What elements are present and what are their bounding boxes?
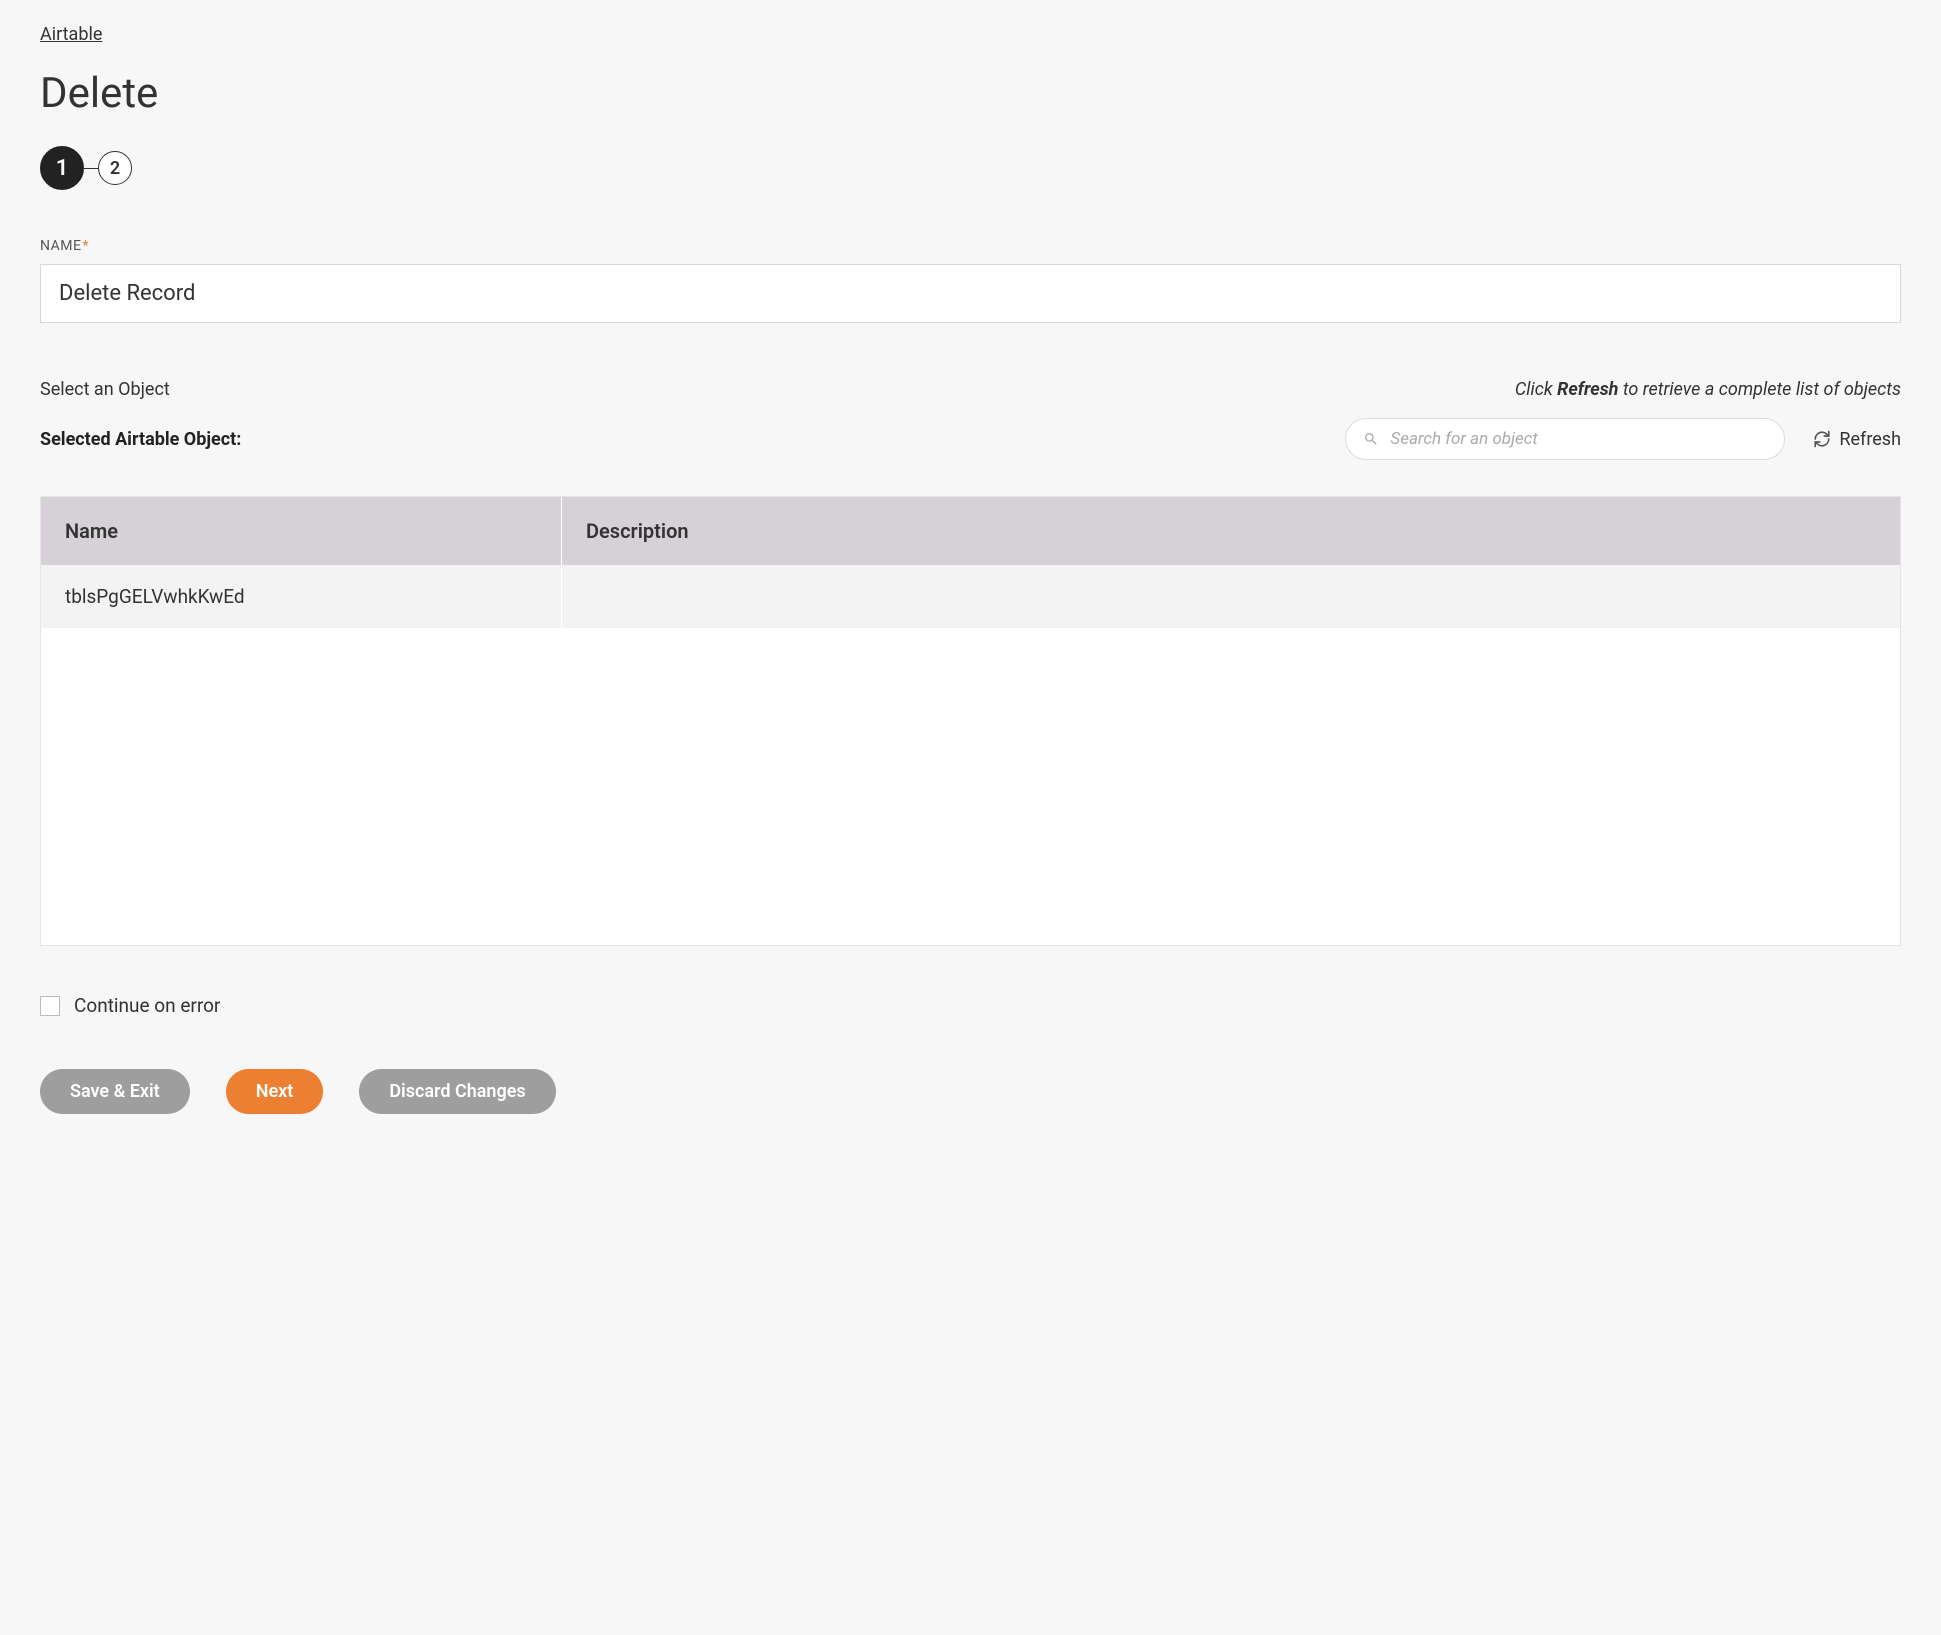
object-table: Name Description tblsPgGELVwhkKwEd: [41, 497, 1900, 629]
stepper: 1 2: [40, 146, 1901, 190]
selected-object-label: Selected Airtable Object:: [40, 429, 241, 450]
breadcrumb-link[interactable]: Airtable: [40, 24, 102, 45]
save-exit-button[interactable]: Save & Exit: [40, 1069, 190, 1114]
object-table-container: Name Description tblsPgGELVwhkKwEd: [40, 496, 1901, 946]
col-header-description[interactable]: Description: [562, 497, 1900, 565]
col-header-name[interactable]: Name: [41, 497, 562, 565]
name-input[interactable]: [40, 264, 1901, 323]
continue-on-error-label: Continue on error: [74, 994, 220, 1017]
cell-description: [562, 565, 1900, 629]
name-field-label: NAME *: [40, 238, 1901, 254]
step-connector: [84, 168, 98, 169]
refresh-hint: Click Refresh to retrieve a complete lis…: [1515, 379, 1901, 400]
required-indicator: *: [82, 238, 89, 254]
select-object-label: Select an Object: [40, 379, 170, 400]
search-input[interactable]: [1345, 418, 1785, 460]
refresh-hint-post: to retrieve a complete list of objects: [1618, 379, 1901, 400]
cell-name: tblsPgGELVwhkKwEd: [41, 565, 562, 629]
table-row[interactable]: tblsPgGELVwhkKwEd: [41, 565, 1900, 629]
refresh-button-label: Refresh: [1839, 429, 1901, 450]
step-1[interactable]: 1: [40, 146, 84, 190]
name-label-text: NAME: [40, 238, 81, 254]
refresh-icon: [1813, 430, 1831, 448]
discard-button[interactable]: Discard Changes: [359, 1069, 555, 1114]
continue-on-error-checkbox[interactable]: [40, 996, 60, 1016]
refresh-hint-strong: Refresh: [1557, 379, 1618, 400]
refresh-hint-pre: Click: [1515, 379, 1557, 400]
refresh-button[interactable]: Refresh: [1813, 429, 1901, 450]
page-title: Delete: [40, 69, 1901, 118]
search-icon: [1363, 431, 1379, 447]
step-2[interactable]: 2: [98, 151, 132, 185]
next-button[interactable]: Next: [226, 1069, 324, 1114]
search-wrap: [1345, 418, 1785, 460]
